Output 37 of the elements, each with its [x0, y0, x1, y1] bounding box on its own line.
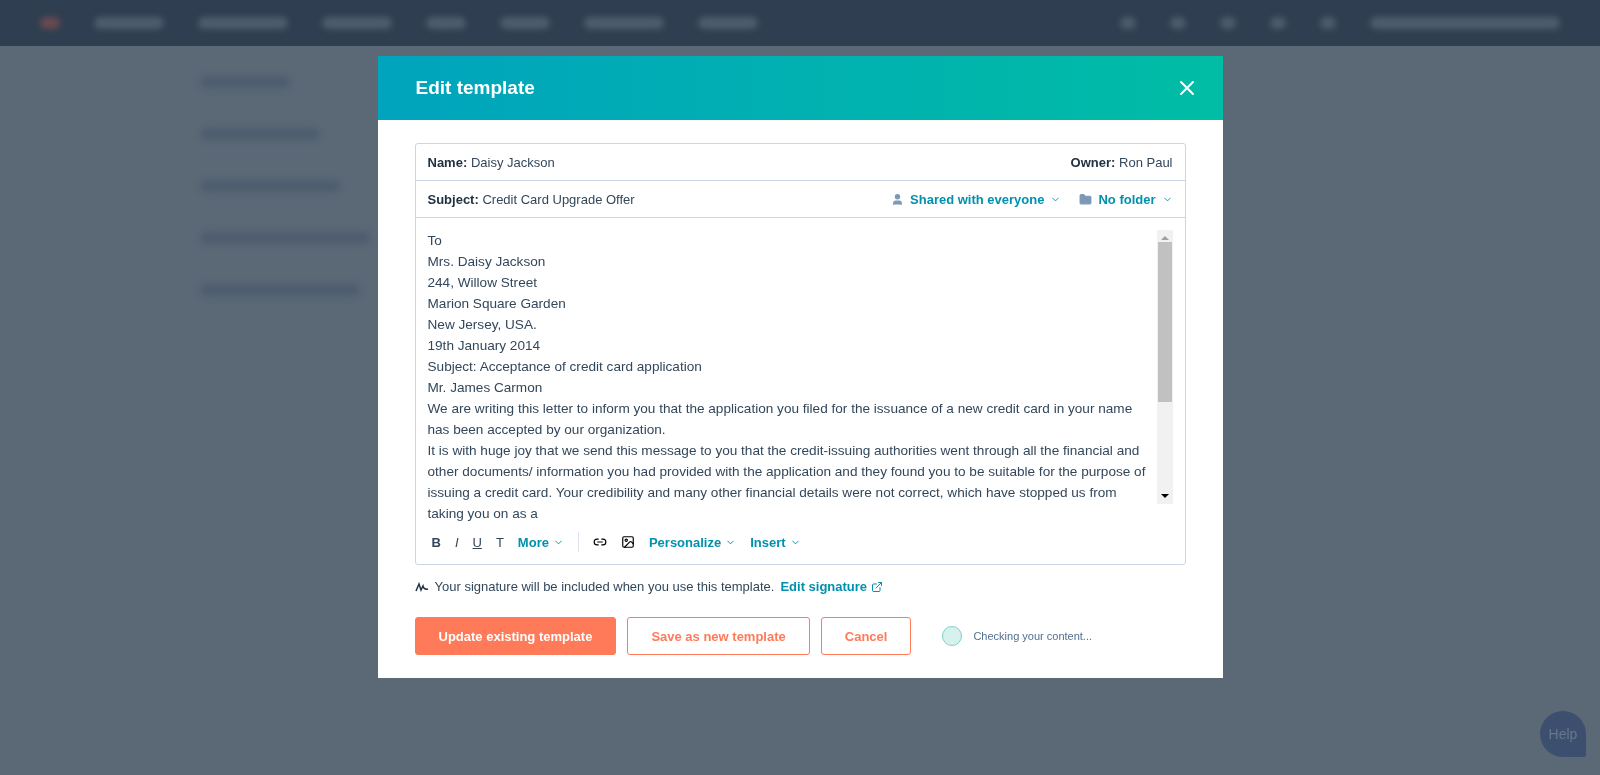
link-icon[interactable]: [592, 535, 607, 549]
sharing-dropdown[interactable]: Shared with everyone: [891, 191, 1062, 207]
loading-spinner: [942, 626, 963, 646]
italic-button[interactable]: I: [454, 534, 459, 550]
body-paragraph: Marion Square Garden: [427, 295, 567, 313]
body-paragraph: 19th January 2014: [427, 337, 542, 355]
toolbar-menu[interactable]: Personalize: [648, 534, 737, 550]
body-paragraph: We are writing this letter to inform you that the application you filed for the issuance of a new credit card in your name has been accepted by our organization.: [427, 400, 1134, 439]
name-field[interactable]: Name: Daisy Jackson: [427, 154, 555, 170]
dialog-title: Edit template: [415, 77, 535, 99]
body-paragraph: Mrs. Daisy Jackson: [427, 253, 547, 271]
body-paragraph: 244, Willow Street: [427, 274, 539, 292]
owner-field: Owner: Ron Paul: [1070, 154, 1173, 170]
status-text: Checking your content...: [973, 630, 1093, 642]
signature-icon: [414, 581, 429, 592]
external-link-icon: [871, 580, 884, 593]
subject-field[interactable]: Subject: Credit Card Upgrade Offer: [427, 191, 635, 207]
action-button[interactable]: Cancel: [820, 617, 912, 655]
clear-format-button[interactable]: T: [495, 534, 504, 550]
toolbar-menu[interactable]: Insert: [750, 534, 801, 550]
underline-button[interactable]: U: [472, 534, 482, 550]
body-paragraph: New Jersey, USA.: [427, 316, 538, 334]
person-icon: [891, 192, 905, 206]
image-icon[interactable]: [620, 535, 635, 549]
body-paragraph: To: [427, 232, 443, 250]
bold-button[interactable]: B: [431, 534, 441, 550]
scrollbar[interactable]: [1156, 230, 1173, 504]
body-paragraph: Subject: Acceptance of credit card application: [427, 358, 703, 376]
toolbar-menu[interactable]: More: [517, 534, 564, 550]
action-button[interactable]: Save as new template: [627, 617, 810, 655]
edit-signature-link[interactable]: Edit signature: [780, 579, 884, 594]
folder-icon: [1079, 192, 1093, 206]
folder-dropdown[interactable]: No folder: [1079, 191, 1173, 207]
body-paragraph: Mr. James Carmon: [427, 379, 544, 397]
update-button[interactable]: Update existing template: [414, 617, 617, 655]
body-paragraph: It is with huge joy that we send this message to you that the credit-issuing authorities went through all the financial and other documents/ information you had provided with the application and they found you to be suitable for the purpose of issuing a credit card. Your credibility and many other financial details were not correct, which have stopped us from taking you on as a: [427, 442, 1147, 523]
signature-note: Your signature will be included when you use this template.: [434, 579, 775, 594]
